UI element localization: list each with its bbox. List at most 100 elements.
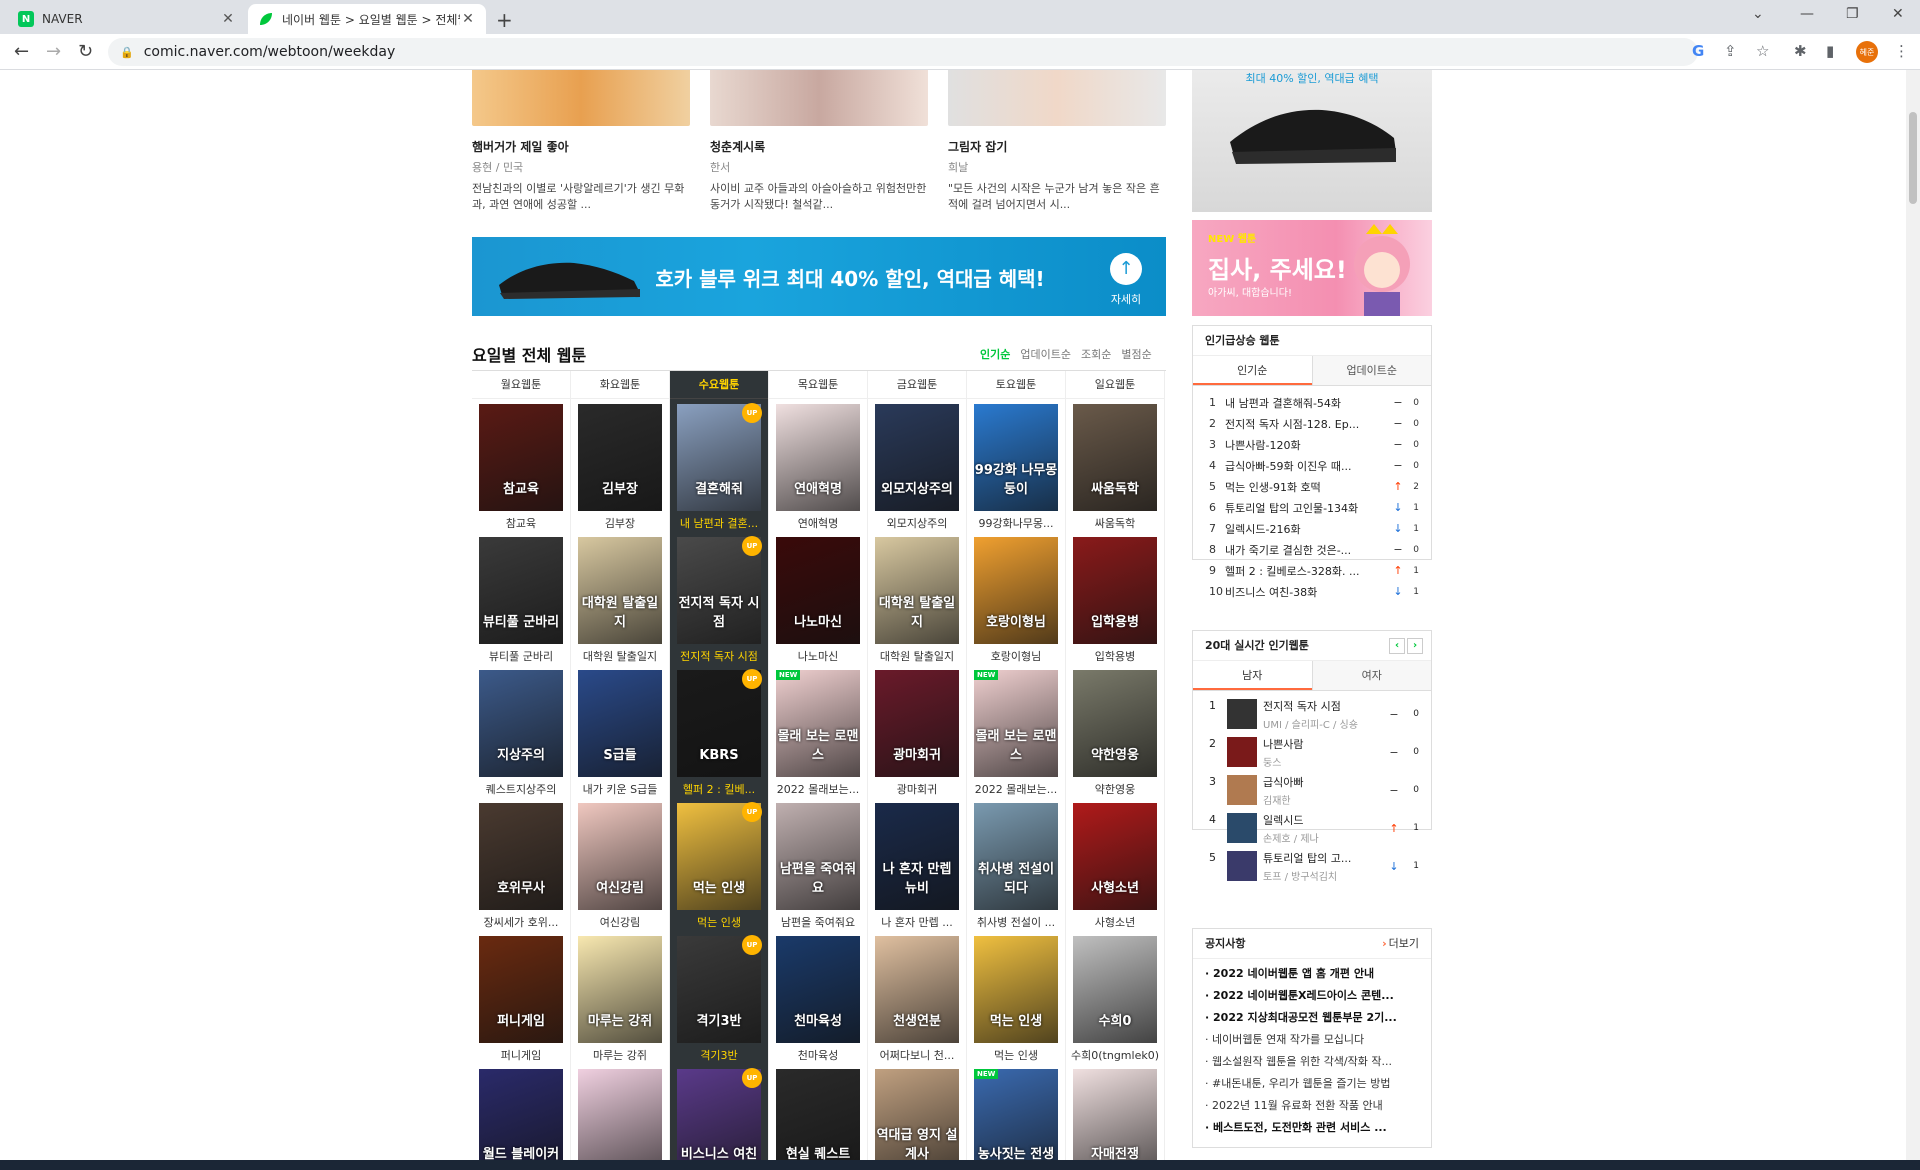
webtoon-item[interactable]: 여신강림 여신강림 [571, 798, 669, 931]
webtoon-item[interactable]: 연애혁명 연애혁명 [769, 399, 867, 532]
webtoon-thumbnail[interactable]: 99강화 나무몽둥이 [974, 404, 1058, 511]
webtoon-thumbnail[interactable]: 호랑이형님 [974, 537, 1058, 644]
webtoon-title[interactable]: 취사병 전설이 ... [967, 914, 1065, 930]
webtoon-title[interactable]: 99강화나무몽... [967, 515, 1065, 531]
notice-item[interactable]: · 2022년 11월 유료화 전환 작품 안내 [1193, 1095, 1431, 1117]
rising-rank-item[interactable]: 7 일렉시드-216화 ↓ 1 [1193, 518, 1431, 539]
sort-popular[interactable]: 인기순 [980, 346, 1010, 362]
close-window-button[interactable]: ✕ [1892, 6, 1904, 22]
webtoon-avatar[interactable] [1227, 737, 1257, 767]
webtoon-item[interactable]: 수희0 수희0(tngmlek0) [1066, 931, 1164, 1064]
webtoon-item[interactable]: 먹는 인생 먹는 인생 [967, 931, 1065, 1064]
side-panel-icon[interactable]: ▮ [1826, 42, 1834, 60]
weekday-column-header[interactable]: 토요웹툰 [967, 371, 1065, 399]
sort-views[interactable]: 조회순 [1081, 346, 1111, 362]
reload-button[interactable]: ↻ [78, 41, 93, 62]
close-tab-icon[interactable]: ✕ [460, 11, 476, 27]
rising-rank-item[interactable]: 2 전지적 독자 시점-128. Ep... −0 [1193, 413, 1431, 434]
webtoon-item[interactable]: 격기3반 UP 격기3반 [670, 931, 768, 1064]
webtoon-title[interactable]: 내가 키운 S급들 [571, 781, 669, 797]
webtoon-title[interactable]: 헬퍼 2 : 킬베... [670, 781, 768, 797]
forward-button[interactable]: → [46, 41, 61, 62]
webtoon-item[interactable]: 나노마신 나노마신 [769, 532, 867, 665]
realtime-rank-item[interactable]: 4 일렉시드 손제호 / 제나 ↑ 1 [1193, 809, 1431, 847]
webtoon-thumbnail[interactable] [578, 1069, 662, 1160]
webtoon-thumbnail[interactable]: 몰래 보는 로맨스 NEW [974, 670, 1058, 777]
webtoon-item[interactable] [571, 1064, 669, 1160]
rank-title[interactable]: 일렉시드 [1263, 812, 1387, 828]
webtoon-item[interactable]: 마루는 강쥐 마루는 강쥐 [571, 931, 669, 1064]
webtoon-avatar[interactable] [1227, 813, 1257, 843]
webtoon-title[interactable]: 약한영웅 [1066, 781, 1164, 797]
webtoon-title[interactable]: 싸움독학 [1066, 515, 1164, 531]
back-button[interactable]: ← [14, 41, 29, 62]
webtoon-item[interactable]: 농사짓는 전생 NEW [967, 1064, 1065, 1160]
rank-title[interactable]: 튜토리얼 탑의 고... [1263, 850, 1387, 866]
sort-update[interactable]: 업데이트순 [1020, 346, 1071, 362]
webtoon-item[interactable]: 참교육 참교육 [472, 399, 570, 532]
webtoon-title[interactable]: 2022 몰래보는... [967, 781, 1065, 797]
webtoon-title[interactable]: 격기3반 [670, 1047, 768, 1063]
webtoon-thumbnail[interactable]: 여신강림 [578, 803, 662, 910]
webtoon-item[interactable]: 대학원 탈출일지 대학원 탈출일지 [868, 532, 966, 665]
realtime-rank-item[interactable]: 1 전지적 독자 시점 UMI / 슬리피-C / 싱숑 − 0 [1193, 695, 1431, 733]
rising-rank-item[interactable]: 5 먹는 인생-91화 호떡 ↑ 2 [1193, 476, 1431, 497]
webtoon-thumbnail[interactable]: 수희0 [1073, 936, 1157, 1043]
webtoon-thumbnail[interactable]: 뷰티풀 군바리 [479, 537, 563, 644]
webtoon-thumbnail[interactable]: 퍼니게임 [479, 936, 563, 1043]
webtoon-title[interactable]: 퀘스트지상주의 [472, 781, 570, 797]
webtoon-title[interactable]: 마루는 강쥐 [571, 1047, 669, 1063]
notice-item[interactable]: · 2022 네이버웹툰X레드아이스 콘텐... [1193, 985, 1431, 1007]
webtoon-thumbnail[interactable]: 참교육 [479, 404, 563, 511]
webtoon-avatar[interactable] [1227, 851, 1257, 881]
rank-title[interactable]: 급식아빠 [1263, 774, 1387, 790]
rising-rank-item[interactable]: 4 급식아빠-59화 이진우 때... −0 [1193, 455, 1431, 476]
webtoon-title[interactable]: 2022 몰래보는... [769, 781, 867, 797]
webtoon-thumbnail[interactable]: 취사병 전설이 되다 [974, 803, 1058, 910]
rising-rank-item[interactable]: 10 비즈니스 여친-38화 ↓ 1 [1193, 581, 1431, 602]
webtoon-thumbnail[interactable]: 현실 퀘스트 [776, 1069, 860, 1160]
weekday-column-header[interactable]: 화요웹툰 [571, 371, 669, 399]
webtoon-title[interactable]: 뷰티풀 군바리 [472, 648, 570, 664]
rising-rank-item[interactable]: 6 튜토리얼 탑의 고인물-134화 ↓ 1 [1193, 497, 1431, 518]
webtoon-title[interactable]: 먹는 인생 [967, 1047, 1065, 1063]
rank-title[interactable]: 전지적 독자 시점 [1263, 698, 1387, 714]
notice-item[interactable]: · 네이버웹툰 연재 작가를 모십니다 [1193, 1029, 1431, 1051]
webtoon-item[interactable]: 결혼해줘 UP 내 남편과 결혼... [670, 399, 768, 532]
webtoon-thumbnail[interactable]: 지상주의 [479, 670, 563, 777]
rank-title[interactable]: 먹는 인생-91화 호떡 [1225, 479, 1391, 495]
webtoon-title[interactable]: 장씨세가 호위... [472, 914, 570, 930]
webtoon-thumbnail[interactable]: 나노마신 [776, 537, 860, 644]
tab-webtoon[interactable]: 네이버 웹툰 > 요일별 웹툰 > 전체웹툰 ✕ [248, 4, 486, 34]
notice-item[interactable]: · #내돈내툰, 우리가 웹툰을 즐기는 방법 [1193, 1073, 1431, 1095]
webtoon-thumbnail[interactable]: 대학원 탈출일지 [578, 537, 662, 644]
webtoon-item[interactable]: 사형소년 사형소년 [1066, 798, 1164, 931]
webtoon-title[interactable]: 김부장 [571, 515, 669, 531]
rank-title[interactable]: 급식아빠-59화 이진우 때... [1225, 458, 1391, 474]
google-translate-icon[interactable]: G [1692, 42, 1704, 60]
rising-rank-item[interactable]: 9 헬퍼 2 : 킬베로스-328화. ... ↑ 1 [1193, 560, 1431, 581]
realtime-rank-item[interactable]: 3 급식아빠 김재한 − 0 [1193, 771, 1431, 809]
rising-rank-item[interactable]: 1 내 남편과 결혼해줘-54화 −0 [1193, 392, 1431, 413]
webtoon-title[interactable]: 퍼니게임 [472, 1047, 570, 1063]
menu-kebab-icon[interactable]: ⋮ [1894, 42, 1909, 60]
webtoon-thumbnail[interactable]: 김부장 [578, 404, 662, 511]
webtoon-thumbnail[interactable]: 약한영웅 [1073, 670, 1157, 777]
recommended-thumbnail[interactable] [472, 70, 690, 126]
webtoon-thumbnail[interactable]: S급들 [578, 670, 662, 777]
webtoon-thumbnail[interactable]: 입학용병 [1073, 537, 1157, 644]
next-arrow-icon[interactable]: › [1407, 638, 1423, 654]
webtoon-item[interactable]: 입학용병 입학용병 [1066, 532, 1164, 665]
webtoon-title[interactable]: 전지적 독자 시점 [670, 648, 768, 664]
rising-rank-item[interactable]: 8 내가 죽기로 결심한 것은-... −0 [1193, 539, 1431, 560]
webtoon-item[interactable]: S급들내가 키운 S급들 [571, 665, 669, 798]
webtoon-thumbnail[interactable]: 싸움독학 [1073, 404, 1157, 511]
tab-search-icon[interactable]: ⌄ [1752, 6, 1764, 22]
webtoon-avatar[interactable] [1227, 775, 1257, 805]
weekday-column-header[interactable]: 월요웹툰 [472, 371, 570, 399]
webtoon-item[interactable]: 취사병 전설이 되다취사병 전설이 ... [967, 798, 1065, 931]
rank-title[interactable]: 나쁜사람 [1263, 736, 1387, 752]
rising-tab-update[interactable]: 업데이트순 [1311, 356, 1431, 385]
webtoon-item[interactable]: 싸움독학 싸움독학 [1066, 399, 1164, 532]
new-tab-button[interactable]: + [496, 8, 513, 32]
